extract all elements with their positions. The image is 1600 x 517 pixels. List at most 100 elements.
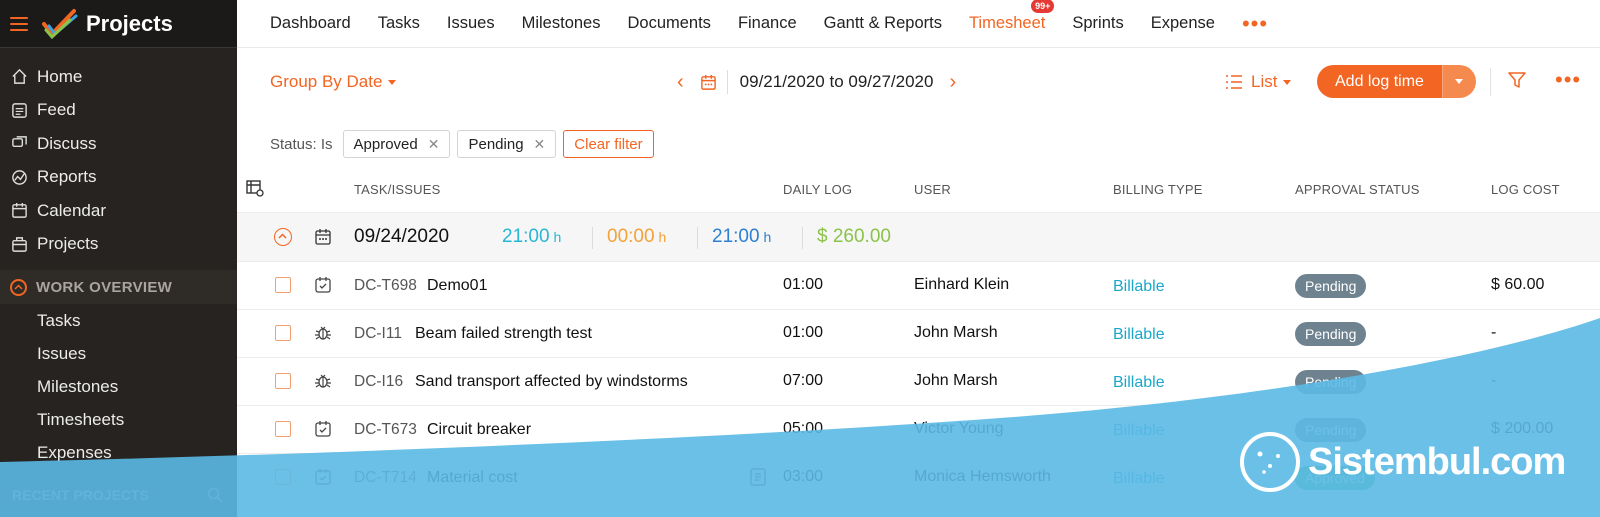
row-daily-log: 01:00 <box>783 324 824 341</box>
status-badge[interactable]: Pending <box>1295 322 1367 346</box>
remove-chip-icon[interactable]: ✕ <box>534 136 546 153</box>
chip-label: Pending <box>468 135 524 153</box>
row-title[interactable]: Circuit breaker <box>427 421 531 439</box>
date-group-row: 09/24/2020 21:00 h 00:00 h 21:00 h $ 260.00 <box>237 212 1600 262</box>
date-range-text: 09/21/2020 to 09/27/2020 <box>739 72 934 91</box>
bug-icon <box>315 326 331 340</box>
tab-timesheet[interactable]: Timesheet 99+ <box>968 0 1055 33</box>
tab-documents[interactable]: Documents <box>627 14 710 33</box>
calendar-picker-icon[interactable] <box>700 74 717 91</box>
hours-unit: h <box>763 229 772 245</box>
home-icon <box>10 68 28 86</box>
group-by-dropdown[interactable]: Group By Date <box>270 72 397 92</box>
recent-projects[interactable]: RECENT PROJECTS <box>0 473 237 517</box>
watermark-logo-icon <box>1240 432 1300 492</box>
row-checkbox[interactable] <box>275 373 291 389</box>
sidebar-nav: Home Feed Discuss Reports Calendar Proje… <box>0 48 237 261</box>
column-settings-icon[interactable] <box>245 178 265 198</box>
view-dropdown[interactable]: List <box>1225 72 1292 92</box>
sidebar-subitem-tasks[interactable]: Tasks <box>0 304 237 337</box>
sidebar-subitem-milestones[interactable]: Milestones <box>0 370 237 403</box>
group-billable-hours: 21:00 h <box>712 226 771 248</box>
status-badge[interactable]: Pending <box>1295 274 1367 298</box>
list-view-icon <box>1226 75 1242 89</box>
group-non-billable-hours: 00:00 h <box>607 226 666 248</box>
filter-icon[interactable] <box>1507 70 1527 90</box>
header-billing-type: BILLING TYPE <box>1113 182 1203 197</box>
remove-chip-icon[interactable]: ✕ <box>428 136 440 153</box>
caret-down-icon <box>388 80 397 86</box>
row-id: DC-T714 <box>354 469 417 486</box>
row-title[interactable]: Beam failed strength test <box>415 325 592 343</box>
table-row[interactable]: DC-I11 Beam failed strength test 01:00 J… <box>237 310 1600 358</box>
row-checkbox[interactable] <box>275 277 291 293</box>
search-icon[interactable] <box>207 487 223 503</box>
tab-tasks[interactable]: Tasks <box>378 14 420 33</box>
group-total-hours: 21:00 h <box>502 226 561 248</box>
document-icon[interactable] <box>750 468 766 486</box>
sidebar-subitem-timesheets[interactable]: Timesheets <box>0 403 237 436</box>
row-title[interactable]: Material cost <box>427 469 518 487</box>
row-billing-type[interactable]: Billable <box>1113 422 1165 440</box>
row-user: Victor Young <box>914 420 1004 437</box>
row-checkbox[interactable] <box>275 421 291 437</box>
clear-filter-button[interactable]: Clear filter <box>563 130 654 158</box>
briefcase-icon <box>10 235 28 253</box>
sidebar-item-feed[interactable]: Feed <box>0 94 237 128</box>
tab-expense[interactable]: Expense <box>1151 14 1215 33</box>
row-billing-type[interactable]: Billable <box>1113 326 1165 344</box>
collapse-group-icon[interactable] <box>274 228 292 246</box>
prev-week-icon[interactable]: ‹ <box>677 71 684 94</box>
sidebar-subitem-issues[interactable]: Issues <box>0 337 237 370</box>
hours-unit: h <box>658 229 667 245</box>
divider <box>1490 68 1491 96</box>
next-week-icon[interactable]: › <box>949 71 956 94</box>
sidebar-subitem-expenses[interactable]: Expenses <box>0 436 237 469</box>
sidebar-item-reports[interactable]: Reports <box>0 161 237 195</box>
add-log-dropdown[interactable] <box>1441 65 1476 98</box>
tab-gantt-reports[interactable]: Gantt & Reports <box>824 14 942 33</box>
sidebar-item-projects[interactable]: Projects <box>0 228 237 262</box>
work-overview-section[interactable]: WORK OVERVIEW <box>0 270 237 304</box>
sidebar-item-discuss[interactable]: Discuss <box>0 127 237 161</box>
sidebar: Projects Home Feed Discuss Reports Calen… <box>0 0 237 517</box>
view-label: List <box>1251 72 1278 91</box>
status-badge[interactable]: Pending <box>1295 370 1367 394</box>
table-header: TASK/ISSUES DAILY LOG USER BILLING TYPE … <box>237 172 1600 212</box>
row-daily-log: 05:00 <box>783 420 824 437</box>
more-options-icon[interactable]: ••• <box>1555 67 1581 93</box>
watermark-text: Sistembul.com <box>1308 440 1566 483</box>
sidebar-item-calendar[interactable]: Calendar <box>0 194 237 228</box>
tab-dashboard[interactable]: Dashboard <box>270 14 351 33</box>
row-title[interactable]: Demo01 <box>427 277 487 295</box>
sidebar-item-home[interactable]: Home <box>0 60 237 94</box>
calendar-icon <box>315 229 331 245</box>
top-nav: Dashboard Tasks Issues Milestones Docume… <box>237 0 1600 48</box>
row-log-cost: - <box>1491 324 1497 341</box>
row-checkbox[interactable] <box>275 325 291 341</box>
divider <box>726 70 728 94</box>
task-icon <box>315 421 331 437</box>
tab-issues[interactable]: Issues <box>447 14 495 33</box>
table-row[interactable]: DC-T698 Demo01 01:00 Einhard Klein Billa… <box>237 262 1600 310</box>
tab-sprints[interactable]: Sprints <box>1072 14 1123 33</box>
row-billing-type[interactable]: Billable <box>1113 278 1165 296</box>
row-billing-type[interactable]: Billable <box>1113 470 1165 488</box>
sidebar-item-label: Discuss <box>37 133 97 153</box>
tab-timesheet-label: Timesheet <box>968 14 1046 32</box>
row-daily-log: 07:00 <box>783 372 824 389</box>
brand-bar: Projects <box>0 0 237 48</box>
more-tabs-icon[interactable]: ••• <box>1242 12 1268 34</box>
add-log-time-button[interactable]: Add log time <box>1317 65 1442 98</box>
hamburger-menu-icon[interactable] <box>10 16 28 31</box>
discuss-icon <box>10 135 28 153</box>
row-checkbox[interactable] <box>275 469 291 485</box>
header-log-cost: LOG COST <box>1491 182 1560 197</box>
row-title[interactable]: Sand transport affected by windstorms <box>415 373 688 391</box>
total-hours-value: 21:00 <box>502 226 550 247</box>
row-billing-type[interactable]: Billable <box>1113 374 1165 392</box>
filter-chip-approved: Approved ✕ <box>342 130 451 158</box>
tab-milestones[interactable]: Milestones <box>522 14 601 33</box>
table-row[interactable]: DC-I16 Sand transport affected by windst… <box>237 358 1600 406</box>
tab-finance[interactable]: Finance <box>738 14 797 33</box>
